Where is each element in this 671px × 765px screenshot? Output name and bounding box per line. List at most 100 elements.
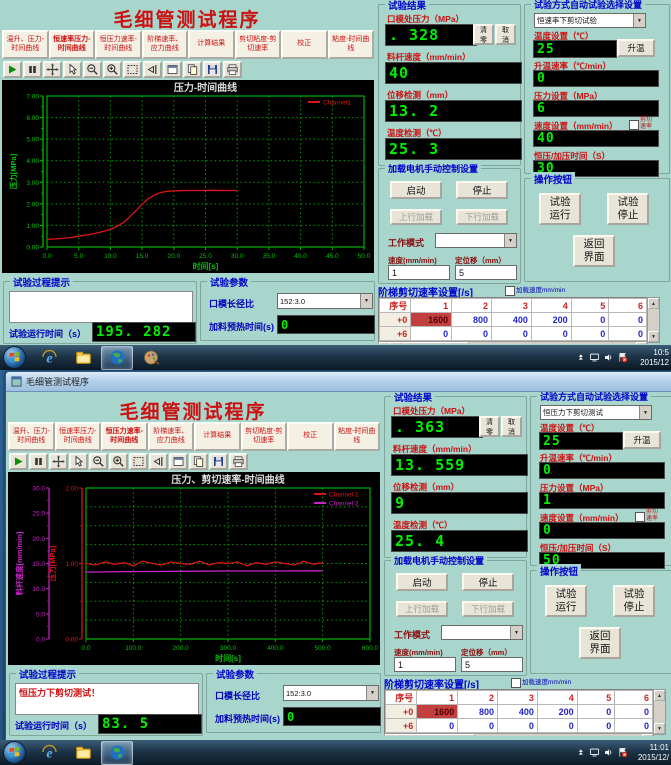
tab-5[interactable]: 剪切粘度-剪切速率 [235, 30, 282, 59]
save-button[interactable] [209, 453, 228, 470]
chevron-down-icon[interactable]: ▼ [633, 14, 645, 27]
rate-value-cell[interactable]: 0 [492, 327, 532, 341]
rate-value-cell[interactable]: 400 [492, 313, 532, 327]
tab-7[interactable]: 粘度-时间曲线 [334, 422, 381, 451]
stop-button[interactable]: 停止 [456, 181, 508, 199]
zoom-out-button[interactable] [89, 453, 108, 470]
zoom-in-button[interactable] [109, 453, 128, 470]
table-hscrollbar[interactable]: ◀ ▶ [378, 341, 648, 344]
rate-value-cell[interactable]: 0 [609, 327, 647, 341]
start-button[interactable]: 启动 [390, 181, 442, 199]
pause-button[interactable] [29, 453, 48, 470]
clear-zero-button[interactable]: 清零 [473, 24, 494, 45]
rate-value-cell[interactable]: 1600 [411, 313, 452, 327]
tab-1[interactable]: 恒速率压力-时间曲线 [55, 422, 102, 451]
volume-icon[interactable] [603, 747, 614, 758]
cursor-button[interactable] [69, 453, 88, 470]
load-up-button[interactable]: 上行加载 [396, 601, 448, 617]
load-down-button[interactable]: 下行加载 [462, 601, 514, 617]
print-button[interactable] [229, 453, 248, 470]
table-vscrollbar[interactable]: ▲ ▼ [653, 689, 666, 735]
pan-button[interactable] [43, 61, 62, 78]
shear-rate-checkbox[interactable] [629, 120, 639, 130]
tab-4[interactable]: 计算结果 [194, 422, 241, 451]
tab-3[interactable]: 阶梯速率、应力曲线 [148, 422, 195, 451]
return-ui-button[interactable]: 返回界面 [579, 627, 621, 659]
target-disp-input[interactable]: 5 [455, 265, 517, 280]
zoom-in-button[interactable] [103, 61, 122, 78]
rate-value-cell[interactable]: 0 [571, 313, 609, 327]
scroll-right-icon[interactable]: ▶ [642, 734, 653, 736]
properties-button[interactable] [163, 61, 182, 78]
scroll-down-icon[interactable]: ▼ [648, 331, 659, 342]
shear-rate-checkbox[interactable] [635, 512, 645, 522]
rate-value-cell[interactable]: 800 [452, 313, 492, 327]
prompt-message-box[interactable] [9, 291, 193, 323]
rate-value-cell[interactable]: 0 [537, 719, 577, 733]
rate-value-cell[interactable]: 0 [615, 719, 653, 733]
taskbar-app-ie[interactable]: e [33, 346, 65, 370]
prompt-message-box[interactable]: 恒压力下剪切测试！ [15, 683, 199, 715]
start-button[interactable] [3, 741, 26, 764]
load-up-button[interactable]: 上行加载 [390, 209, 442, 225]
rate-value-cell[interactable]: 200 [531, 313, 571, 327]
chevron-down-icon[interactable]: ▼ [510, 626, 522, 639]
rate-value-cell[interactable]: 0 [417, 719, 458, 733]
hidden-icons-icon[interactable] [575, 747, 586, 758]
print-button[interactable] [223, 61, 242, 78]
taskbar-clock[interactable]: 10:52015/12 [631, 348, 669, 368]
test-run-button[interactable]: 试验运行 [539, 193, 581, 225]
scroll-up-icon[interactable]: ▲ [648, 298, 659, 309]
scroll-down-icon[interactable]: ▼ [654, 723, 665, 734]
test-mode-dropdown[interactable]: 恒压力下剪切测试 ▼ [540, 405, 652, 420]
display-icon[interactable] [589, 352, 600, 363]
test-stop-button[interactable]: 试验停止 [607, 193, 649, 225]
tab-3[interactable]: 阶梯速率、应力曲线 [142, 30, 189, 59]
heat-up-button[interactable]: 升温 [623, 431, 661, 449]
heat-up-button[interactable]: 升温 [617, 39, 655, 57]
return-ui-button[interactable]: 返回界面 [573, 235, 615, 267]
work-mode-dropdown[interactable]: ▼ [435, 233, 517, 248]
row-label-cell[interactable]: +6 [386, 719, 417, 733]
rate-value-cell[interactable]: 800 [458, 705, 498, 719]
staircase-table[interactable]: 序号123456+0160080040020000+6000000+120000… [384, 689, 654, 735]
test-mode-dropdown[interactable]: 恒速率下剪切试验 ▼ [534, 13, 646, 28]
test-stop-button[interactable]: 试验停止 [613, 585, 655, 617]
target-disp-input[interactable]: 5 [461, 657, 523, 672]
load-down-button[interactable]: 下行加载 [456, 209, 508, 225]
staircase-rate-table[interactable]: 序号123456+0160080040020000+6000000+120000… [379, 298, 647, 343]
taskbar-app-globe[interactable] [101, 346, 133, 370]
rate-value-cell[interactable]: 0 [498, 719, 538, 733]
taskbar-clock[interactable]: 11:012015/12/ [631, 743, 669, 763]
copy-button[interactable] [189, 453, 208, 470]
table-hscrollbar[interactable]: ◀ ▶ [384, 733, 654, 736]
select-box-button[interactable] [129, 453, 148, 470]
start-button[interactable] [3, 346, 26, 369]
fit-axes-button[interactable] [149, 453, 168, 470]
chevron-down-icon[interactable]: ▼ [639, 406, 651, 419]
window-titlebar[interactable]: 毛细管测试程序 [6, 372, 671, 392]
properties-button[interactable] [169, 453, 188, 470]
cursor-button[interactable] [63, 61, 82, 78]
clear-zero-button[interactable]: 清零 [479, 416, 500, 437]
rate-value-cell[interactable]: 200 [537, 705, 577, 719]
row-label-cell[interactable]: +0 [386, 705, 417, 719]
pan-button[interactable] [49, 453, 68, 470]
taskbar-app-ie[interactable]: e [33, 741, 65, 765]
scrollbar-thumb[interactable] [389, 342, 469, 344]
staircase-table[interactable]: 序号123456+0160080040020000+6000000+120000… [378, 297, 648, 343]
taskbar-app-explorer[interactable] [67, 346, 99, 370]
stop-button[interactable]: 停止 [462, 573, 514, 591]
rate-value-cell[interactable]: 400 [498, 705, 538, 719]
tab-1[interactable]: 恒速率压力-时间曲线 [49, 30, 96, 59]
work-mode-dropdown[interactable]: ▼ [441, 625, 523, 640]
rate-value-cell[interactable]: 1600 [417, 705, 458, 719]
tab-4[interactable]: 计算结果 [188, 30, 235, 59]
hidden-icons-icon[interactable] [575, 352, 586, 363]
copy-button[interactable] [183, 61, 202, 78]
rate-value-cell[interactable]: 0 [609, 313, 647, 327]
save-button[interactable] [203, 61, 222, 78]
play-button[interactable] [9, 453, 28, 470]
chevron-down-icon[interactable]: ▼ [360, 294, 372, 308]
select-box-button[interactable] [123, 61, 142, 78]
